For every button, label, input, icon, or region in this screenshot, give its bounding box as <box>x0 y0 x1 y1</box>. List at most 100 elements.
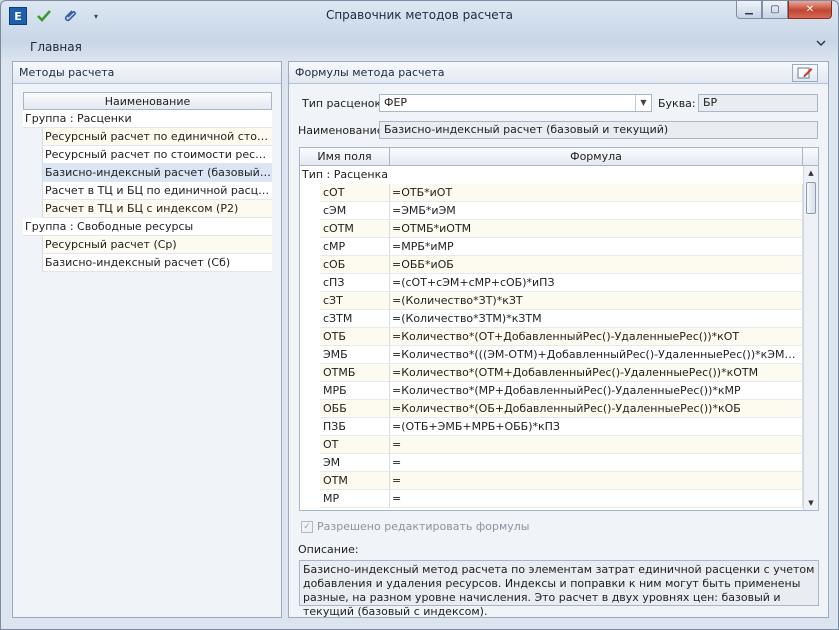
cell-field-name[interactable]: ОББ <box>320 400 390 418</box>
cell-field-name[interactable]: сОТМ <box>320 220 390 238</box>
row-indent <box>300 184 320 202</box>
grid-row[interactable]: сЗТ =(Количество*ЗТ)*кЗТ <box>300 292 818 310</box>
tree-item[interactable]: Расчет в ТЦ и БЦ с индексом (Р2) <box>42 200 272 218</box>
dropdown-arrow-icon[interactable]: ▼ <box>635 95 651 111</box>
tree-item[interactable]: Расчет в ТЦ и БЦ по единичной расценке (… <box>42 182 272 200</box>
row-indent <box>300 346 320 364</box>
grid-row[interactable]: сЗТМ =(Количество*ЗТМ)*кЗТМ <box>300 310 818 328</box>
tree-item[interactable]: Базисно-индексный расчет (Сб) <box>42 254 272 272</box>
grid-row[interactable]: МРБ =Количество*(МР+ДобавленныйРес()-Удал… <box>300 382 818 400</box>
grid-header: Имя поля Формула <box>300 148 818 166</box>
cell-formula[interactable]: =Количество*(ОТ+ДобавленныйРес()-Удаленн… <box>390 328 803 346</box>
row-indent <box>300 418 320 436</box>
cell-formula[interactable]: =ОТМБ*иОТМ <box>390 220 803 238</box>
cell-formula[interactable]: =(сОТ+сЭМ+сМР+сОБ)*иПЗ <box>390 274 803 292</box>
grid-row[interactable]: сЭМ =ЭМБ*иЭМ <box>300 202 818 220</box>
tree-group-rascenki[interactable]: Группа : Расценки <box>23 110 272 128</box>
maximize-button[interactable]: ▢ <box>762 1 788 19</box>
tree-group-free-resources[interactable]: Группа : Свободные ресурсы <box>23 218 272 236</box>
cell-formula[interactable]: =МРБ*иМР <box>390 238 803 256</box>
grid-row[interactable]: сПЗ =(сОТ+сЭМ+сМР+сОБ)*иПЗ <box>300 274 818 292</box>
edit-formulas-checkbox-label: Разрешено редактировать формулы <box>317 520 530 533</box>
grid-row[interactable]: ЭМ = <box>300 454 818 472</box>
cell-formula[interactable]: =ОТБ*иОТ <box>390 184 803 202</box>
cell-formula[interactable]: =Количество*(МР+ДобавленныйРес()-Удаленн… <box>390 382 803 400</box>
grid-row[interactable]: ОТМБ =Количество*(ОТМ+ДобавленныйРес()-Уд… <box>300 364 818 382</box>
tab-main[interactable]: Главная <box>30 40 82 54</box>
cell-field-name[interactable]: ОТМ <box>320 472 390 490</box>
cell-field-name[interactable]: сОТ <box>320 184 390 202</box>
cell-field-name[interactable]: сОБ <box>320 256 390 274</box>
cell-field-name[interactable]: сПЗ <box>320 274 390 292</box>
cell-formula[interactable]: = <box>390 454 803 472</box>
app-window: Е ▾ Справочник методов расчета ▁ ▢ ✕ Гла… <box>0 0 839 630</box>
grid-row[interactable]: ОТ = <box>300 436 818 454</box>
edit-formulas-checkbox[interactable]: ✓ <box>301 520 313 533</box>
description-field[interactable]: Базисно-индексный метод расчета по элеме… <box>299 560 819 618</box>
cell-formula[interactable]: =ЭМБ*иЭМ <box>390 202 803 220</box>
grid-group-row[interactable]: Тип : Расценка <box>300 166 818 184</box>
cell-formula[interactable]: =(ОТБ+ЭМБ+МРБ+ОББ)*кПЗ <box>390 418 803 436</box>
minimize-button[interactable]: ▁ <box>736 1 762 19</box>
cell-formula[interactable]: =Количество*(((ЭМ-ОТМ)+ДобавленныйРес()-… <box>390 346 803 364</box>
description-label: Описание: <box>298 543 359 556</box>
row-indent <box>300 328 320 346</box>
cell-field-name[interactable]: ПЗБ <box>320 418 390 436</box>
tree-item[interactable]: Ресурсный расчет по единичной стоимости … <box>42 128 272 146</box>
cell-field-name[interactable]: сЗТ <box>320 292 390 310</box>
grid-row[interactable]: сОБ =ОББ*иОБ <box>300 256 818 274</box>
cell-formula[interactable]: =ОББ*иОБ <box>390 256 803 274</box>
cell-field-name[interactable]: ОТМБ <box>320 364 390 382</box>
grid-row[interactable]: ОТБ =Количество*(ОТ+ДобавленныйРес()-Удал… <box>300 328 818 346</box>
name-field[interactable]: Базисно-индексный расчет (базовый и теку… <box>379 121 818 139</box>
grid-row[interactable]: сОТ =ОТБ*иОТ <box>300 184 818 202</box>
cell-field-name[interactable]: ОТБ <box>320 328 390 346</box>
tip-combobox[interactable]: ФЕР ▼ <box>379 94 652 112</box>
row-indent <box>300 364 320 382</box>
cell-formula[interactable]: =(Количество*ЗТМ)*кЗТМ <box>390 310 803 328</box>
grid-row[interactable]: ПЗБ =(ОТБ+ЭМБ+МРБ+ОББ)*кПЗ <box>300 418 818 436</box>
tree-item-selected[interactable]: Базисно-индексный расчет (базовый и теку… <box>42 164 272 182</box>
cell-field-name[interactable]: сЗТМ <box>320 310 390 328</box>
grid-row[interactable]: МР = <box>300 490 818 508</box>
grid-row[interactable]: ОТМ = <box>300 472 818 490</box>
cell-field-name[interactable]: сЭМ <box>320 202 390 220</box>
cell-field-name[interactable]: ОТ <box>320 436 390 454</box>
scroll-down-icon[interactable]: ▼ <box>804 496 818 510</box>
row-indent <box>300 238 320 256</box>
methods-tree: Наименование Группа : Расценки Ресурсный… <box>23 92 272 272</box>
window-controls: ▁ ▢ ✕ <box>736 1 832 19</box>
cell-formula[interactable]: = <box>390 472 803 490</box>
grid-row[interactable]: сОТМ =ОТМБ*иОТМ <box>300 220 818 238</box>
cell-formula[interactable]: =(Количество*ЗТ)*кЗТ <box>390 292 803 310</box>
edit-formulas-button[interactable] <box>792 64 818 82</box>
cell-field-name[interactable]: ЭМБ <box>320 346 390 364</box>
cell-field-name[interactable]: МР <box>320 490 390 508</box>
cell-formula[interactable]: =Количество*(ОТМ+ДобавленныйРес()-Удален… <box>390 364 803 382</box>
column-header-field[interactable]: Имя поля <box>300 148 390 165</box>
cell-field-name[interactable]: ЭМ <box>320 454 390 472</box>
grid-row[interactable]: сМР =МРБ*иМР <box>300 238 818 256</box>
close-button[interactable]: ✕ <box>788 1 832 19</box>
tree-item[interactable]: Ресурсный расчет по стоимости ресурсов (… <box>42 146 272 164</box>
cell-field-name[interactable]: сМР <box>320 238 390 256</box>
scroll-up-icon[interactable]: ▲ <box>804 166 818 180</box>
scroll-thumb[interactable] <box>806 182 816 214</box>
edit-formulas-checkbox-row: ✓ Разрешено редактировать формулы <box>301 520 530 533</box>
row-indent <box>300 400 320 418</box>
bukva-field[interactable]: БР <box>698 94 818 112</box>
grid-row[interactable]: ОББ =Количество*(ОБ+ДобавленныйРес()-Удал… <box>300 400 818 418</box>
cell-formula[interactable]: =Количество*(ОБ+ДобавленныйРес()-Удаленн… <box>390 400 803 418</box>
cell-formula[interactable]: = <box>390 490 803 508</box>
cell-formula[interactable]: = <box>390 436 803 454</box>
vertical-scrollbar[interactable]: ▲ ▼ <box>803 166 818 510</box>
ribbon-bar: Главная <box>1 31 838 59</box>
row-indent <box>300 310 320 328</box>
column-header-formula[interactable]: Формула <box>390 148 803 165</box>
grid-row[interactable]: ЭМБ =Количество*(((ЭМ-ОТМ)+ДобавленныйРес… <box>300 346 818 364</box>
tip-value: ФЕР <box>384 96 408 109</box>
ribbon-collapse-icon[interactable] <box>816 39 826 50</box>
cell-field-name[interactable]: МРБ <box>320 382 390 400</box>
tree-column-header[interactable]: Наименование <box>23 92 272 110</box>
tree-item[interactable]: Ресурсный расчет (Ср) <box>42 236 272 254</box>
